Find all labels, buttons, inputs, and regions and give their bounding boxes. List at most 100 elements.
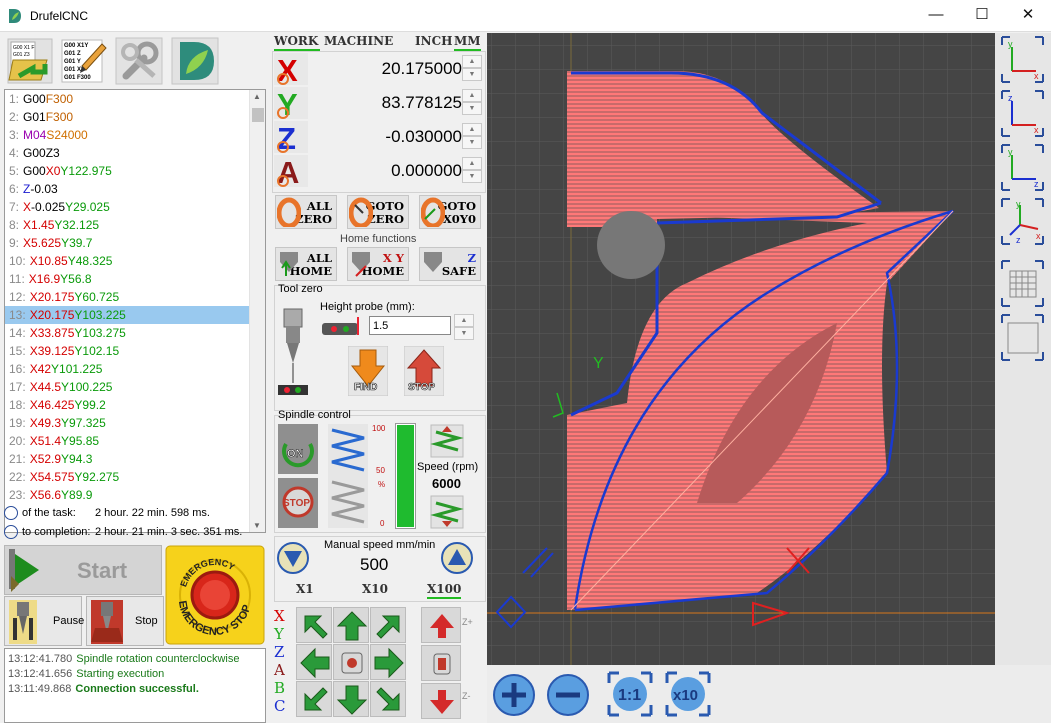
spindle-on-button[interactable]: ON [278, 424, 318, 474]
jog-right-button[interactable] [370, 644, 406, 680]
manual-speed-up-button[interactable] [440, 541, 474, 575]
gcode-line[interactable]: 18: X46.425Y99.2 [5, 396, 265, 414]
tab-mm[interactable]: MM [454, 33, 481, 51]
gcode-line[interactable]: 23: X56.6Y89.9 [5, 486, 265, 504]
jog-axis-letter[interactable]: C [274, 697, 290, 715]
zoom-in-button[interactable] [489, 669, 539, 719]
gcode-line-number: 22: [9, 470, 26, 484]
emergency-stop-button[interactable]: EMERGENCY EMERGENCY STOP [165, 545, 266, 645]
jog-axis-letter[interactable]: X [274, 607, 290, 625]
gcode-line[interactable]: 6: Z-0.03 [5, 180, 265, 198]
view-3d-button[interactable]: y x z [998, 197, 1047, 246]
gcode-scrollbar-thumb[interactable] [252, 108, 264, 122]
jog-axis-letter[interactable]: B [274, 679, 290, 697]
event-log[interactable]: 13:12:41.780 Spindle rotation countercloc… [4, 648, 266, 723]
frame-toggle-button[interactable] [998, 313, 1047, 362]
open-gcode-button[interactable]: G00 X1 F G01 Z3 [5, 36, 55, 86]
gcode-line[interactable]: 13: X20.175Y103.225 [5, 306, 265, 324]
axis-value[interactable]: 83.778125 [310, 89, 462, 117]
probe-height-input[interactable] [369, 316, 451, 335]
jog-z-center-button[interactable] [421, 645, 461, 681]
gcode-line[interactable]: 21: X52.9Y94.3 [5, 450, 265, 468]
maximize-button[interactable]: ☐ [959, 0, 1005, 30]
gcode-line[interactable]: 4: G00Z3 [5, 144, 265, 162]
gcode-line[interactable]: 5: G00X0Y122.975 [5, 162, 265, 180]
speed-down-button[interactable] [430, 495, 464, 529]
gcode-list[interactable]: 1: G00F300 2: G01F300 3: M04S24000 4: G00Z3 5: G0… [4, 89, 266, 533]
jog-zplus-button[interactable] [421, 607, 461, 643]
jog-axis-letter[interactable]: Z [274, 643, 290, 661]
gcode-line[interactable]: 10: X10.85Y48.325 [5, 252, 265, 270]
close-button[interactable]: ✕ [1005, 0, 1051, 30]
settings-button[interactable] [114, 36, 164, 86]
edit-gcode-button[interactable]: G00 X1Y G01 Z G01 Y G01 X8 G01 F300 [58, 36, 108, 86]
jog-axis-letter[interactable]: Y [274, 625, 290, 643]
step-x10[interactable]: X10 [362, 581, 388, 599]
jog-zminus-button[interactable] [421, 683, 461, 719]
axis-value[interactable]: -0.030000 [310, 123, 462, 151]
toolpath-viewport[interactable]: Y [487, 33, 995, 665]
view-yz-button[interactable]: yz [998, 143, 1047, 192]
axis-spinner[interactable]: ▲ ▼ [462, 55, 482, 83]
gcode-line[interactable]: 9: X5.625Y39.7 [5, 234, 265, 252]
probe-height-spinner[interactable]: ▲ ▼ [454, 314, 474, 340]
pause-button[interactable]: Pause [4, 596, 84, 646]
gcode-line[interactable]: 16: X42Y101.225 [5, 360, 265, 378]
zoom-1to1-button[interactable]: 1:1 [605, 669, 655, 719]
step-x100[interactable]: X100 [427, 581, 462, 599]
xy-home-button[interactable]: X Y HOME [347, 247, 409, 281]
gcode-line[interactable]: 14: X33.875Y103.275 [5, 324, 265, 342]
gcode-line[interactable]: 15: X39.125Y102.15 [5, 342, 265, 360]
jog-up-left-button[interactable] [296, 607, 332, 643]
gcode-line[interactable]: 3: M04S24000 [5, 126, 265, 144]
gcode-line[interactable]: 11: X16.9Y56.8 [5, 270, 265, 288]
jog-left-button[interactable] [296, 644, 332, 680]
stop-button[interactable]: Stop [86, 596, 164, 646]
gcode-line[interactable]: 12: X20.175Y60.725 [5, 288, 265, 306]
axis-value[interactable]: 20.175000 [310, 55, 462, 83]
minimize-button[interactable]: — [913, 0, 959, 30]
jog-down-button[interactable] [333, 681, 369, 717]
all-home-button[interactable]: ALL HOME [275, 247, 337, 281]
axis-spinner[interactable]: ▲ ▼ [462, 89, 482, 117]
speed-up-button[interactable] [430, 424, 464, 458]
gcode-line[interactable]: 1: G00F300 [5, 90, 265, 108]
gcode-line[interactable]: 19: X49.3Y97.325 [5, 414, 265, 432]
jog-down-left-button[interactable] [296, 681, 332, 717]
probe-stop-button[interactable]: STOP [403, 345, 445, 397]
view-xz-button[interactable]: zx [998, 89, 1047, 138]
zoom-x10-button[interactable]: x10 [663, 669, 713, 719]
goto-x0y0-button[interactable]: GOTO X0Y0 [419, 195, 481, 229]
tab-machine[interactable]: MACHINE [324, 33, 393, 51]
gcode-line[interactable]: 8: X1.45Y32.125 [5, 216, 265, 234]
grid-toggle-button[interactable] [998, 259, 1047, 308]
axis-value[interactable]: 0.000000 [310, 157, 462, 185]
start-button[interactable]: Start [4, 545, 162, 595]
view-xy-button[interactable]: yx [998, 35, 1047, 84]
gcode-scrollbar[interactable]: ▲ ▼ [249, 90, 265, 532]
gcode-line[interactable]: 20: X51.4Y95.85 [5, 432, 265, 450]
gcode-line[interactable]: 17: X44.5Y100.225 [5, 378, 265, 396]
zoom-out-button[interactable] [543, 669, 593, 719]
gcode-line[interactable]: 2: G01F300 [5, 108, 265, 126]
manual-speed-down-button[interactable] [276, 541, 310, 575]
tab-inch[interactable]: INCH [415, 33, 452, 51]
step-x1[interactable]: X1 [296, 581, 314, 599]
axis-spinner[interactable]: ▲ ▼ [462, 123, 482, 151]
all-zero-button[interactable]: ALL ZERO [275, 195, 337, 229]
z-safe-button[interactable]: Z SAFE [419, 247, 481, 281]
jog-axis-letter[interactable]: A [274, 661, 290, 679]
scale-pct-label: % [378, 480, 386, 489]
jog-center-button[interactable] [333, 644, 369, 680]
gcode-line[interactable]: 22: X54.575Y92.275 [5, 468, 265, 486]
jog-up-button[interactable] [333, 607, 369, 643]
tab-work[interactable]: WORK [274, 33, 320, 51]
gcode-line[interactable]: 7: X-0.025Y29.025 [5, 198, 265, 216]
about-button[interactable] [170, 36, 220, 86]
axis-spinner[interactable]: ▲ ▼ [462, 157, 482, 185]
goto-zero-button[interactable]: GOTO ZERO [347, 195, 409, 229]
jog-up-right-button[interactable] [370, 607, 406, 643]
spindle-stop-button[interactable]: STOP [278, 478, 318, 528]
jog-down-right-button[interactable] [370, 681, 406, 717]
find-button[interactable]: FIND [347, 345, 389, 397]
